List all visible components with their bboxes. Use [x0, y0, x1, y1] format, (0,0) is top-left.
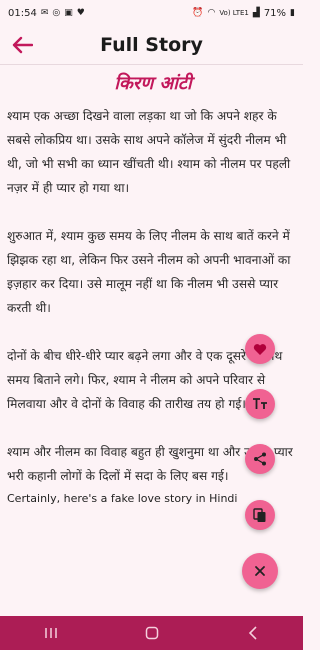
chevron-left-icon	[248, 626, 257, 640]
recents-button[interactable]	[26, 616, 76, 650]
heart-icon: ♥	[76, 7, 85, 18]
divider	[0, 64, 303, 65]
home-button[interactable]	[127, 616, 177, 650]
system-nav-bar	[0, 616, 303, 650]
battery-icon: ▮	[290, 7, 295, 18]
share-button[interactable]	[245, 444, 275, 474]
whatsapp-icon: ◎	[52, 7, 61, 18]
text-size-button[interactable]	[245, 389, 275, 419]
close-button[interactable]	[242, 553, 278, 589]
recents-icon	[44, 628, 57, 638]
mail-icon: ✉	[40, 7, 49, 18]
alarm-icon: ⏰	[192, 7, 204, 18]
copy-icon	[253, 507, 266, 522]
status-time: 01:54	[8, 7, 37, 19]
back-nav-button[interactable]	[228, 616, 278, 650]
status-bar: 01:54 ✉ ◎ ▣ ♥ ⏰ ◠ Vo) LTE1 ▟ 71% ▮	[0, 0, 303, 26]
home-icon	[145, 626, 158, 640]
wifi-icon: ◠	[207, 7, 216, 18]
network-label: Vo) LTE1	[219, 9, 249, 17]
share-icon	[254, 452, 266, 466]
app-bar: Full Story	[0, 26, 303, 64]
status-left: 01:54 ✉ ◎ ▣ ♥	[8, 8, 85, 19]
status-right: ⏰ ◠ Vo) LTE1 ▟ 71% ▮	[192, 8, 295, 19]
favorite-button[interactable]	[245, 334, 275, 364]
arrow-left-icon	[12, 36, 33, 54]
page-title: Full Story	[100, 34, 203, 56]
story-title: किरण आंटी	[114, 73, 192, 94]
heart-icon	[253, 343, 267, 355]
battery-level: 71%	[263, 7, 287, 19]
image-icon: ▣	[64, 7, 73, 18]
story-content: किरण आंटी श्याम एक अच्छा दिखने वाला लड़क…	[7, 68, 299, 508]
story-paragraph: शुरुआत में, श्याम कुछ समय के लिए नीलम के…	[7, 229, 291, 315]
signal-icon: ▟	[252, 7, 260, 18]
back-button[interactable]	[6, 30, 38, 60]
story-paragraph: श्याम एक अच्छा दिखने वाला लड़का था जो कि…	[7, 109, 291, 195]
close-icon	[255, 566, 265, 576]
copy-button[interactable]	[245, 500, 275, 530]
text-size-icon	[253, 398, 267, 409]
